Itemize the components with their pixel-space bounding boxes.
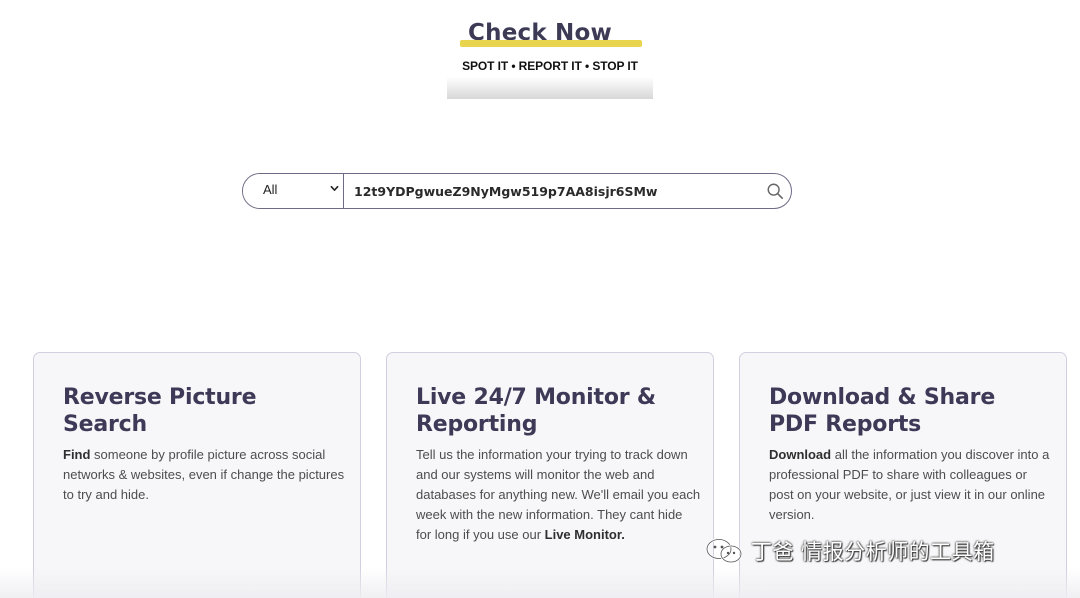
card-title-line-1: Download & Share [769,385,996,410]
category-select-value: All [263,182,278,197]
card-title: Reverse Picture Search [63,384,353,438]
card-description-bold: Live Monitor. [544,527,625,542]
card-description-text: someone by profile picture across social… [63,447,345,502]
wechat-icon [705,538,743,564]
search-bar: All [242,173,792,209]
watermark: 丁爸 情报分析师的工具箱 [705,536,995,566]
search-icon[interactable] [766,182,784,200]
card-description: Download all the information you discove… [769,445,1054,525]
feature-card-live-monitor: Live 24/7 Monitor & Reporting Tell us th… [386,352,714,598]
title-underline [460,40,642,47]
watermark-text: 丁爸 情报分析师的工具箱 [751,540,995,564]
search-input[interactable] [345,174,765,208]
bottom-fade [0,568,1080,598]
card-title-line-2: Reporting [416,412,538,437]
category-select[interactable]: All [243,174,344,208]
card-description: Find someone by profile picture across s… [63,445,348,505]
card-description-bold: Find [63,447,91,462]
feature-card-reverse-picture-search: Reverse Picture Search Find someone by p… [33,352,361,598]
card-title-line-2: Search [63,412,147,437]
card-description-bold: Download [769,447,832,462]
tagline-banner: SPOT IT • REPORT IT • STOP IT [447,50,653,99]
card-title: Live 24/7 Monitor & Reporting [416,384,706,438]
card-description: Tell us the information your trying to t… [416,445,701,545]
card-title: Download & Share PDF Reports [769,384,1059,438]
card-title-line-2: PDF Reports [769,412,922,437]
tagline: SPOT IT • REPORT IT • STOP IT [462,59,638,73]
card-title-line-1: Reverse Picture [63,385,257,410]
chevron-down-icon [330,185,339,191]
card-title-line-1: Live 24/7 Monitor & [416,385,656,410]
